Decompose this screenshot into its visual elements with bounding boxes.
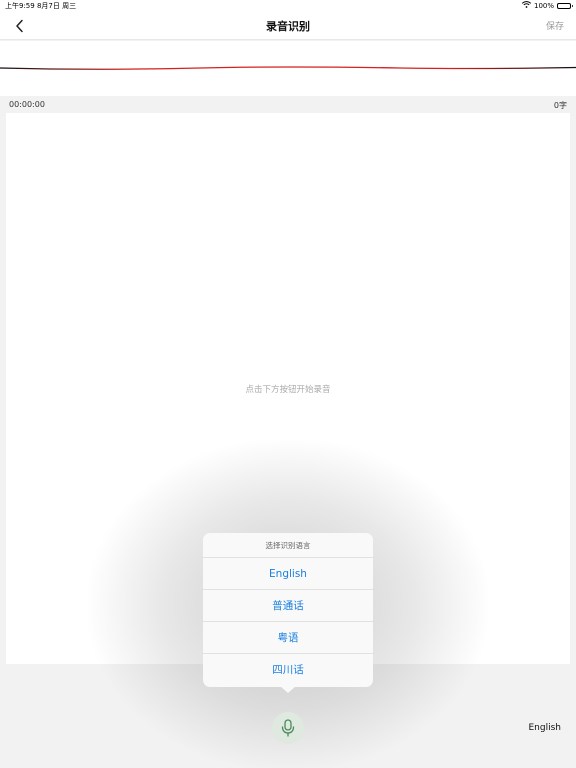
battery-icon bbox=[557, 2, 573, 9]
status-bar: 上午9:59 8月7日 周三 100% bbox=[0, 0, 576, 12]
language-option-english[interactable]: English bbox=[203, 558, 373, 590]
language-option-cantonese[interactable]: 粤语 bbox=[203, 622, 373, 654]
battery-percent: 100% bbox=[533, 1, 554, 10]
waveform-area bbox=[0, 41, 576, 96]
wifi-icon bbox=[521, 1, 532, 10]
popover-arrow bbox=[280, 686, 296, 693]
language-option-sichuanese[interactable]: 四川话 bbox=[203, 654, 373, 686]
chevron-left-icon bbox=[16, 19, 23, 33]
microphone-icon bbox=[281, 719, 295, 737]
language-option-mandarin[interactable]: 普通话 bbox=[203, 590, 373, 622]
transcript-placeholder: 点击下方按钮开始录音 bbox=[245, 385, 331, 395]
info-row: 00:00:00 0字 bbox=[0, 96, 576, 112]
popover-title: 选择识别语言 bbox=[203, 533, 373, 558]
page-title: 录音识别 bbox=[266, 20, 310, 33]
duration-label: 00:00:00 bbox=[9, 100, 45, 109]
back-button[interactable] bbox=[10, 16, 30, 36]
record-button[interactable] bbox=[272, 712, 304, 744]
status-time-date: 上午9:59 8月7日 周三 bbox=[5, 2, 77, 10]
language-popover: 选择识别语言 English 普通话 粤语 四川话 bbox=[203, 533, 373, 687]
char-count-label: 0字 bbox=[553, 101, 567, 110]
save-button[interactable]: 保存 bbox=[546, 19, 564, 32]
current-language-button[interactable]: English bbox=[529, 723, 562, 733]
status-right: 100% bbox=[521, 1, 573, 10]
nav-bar: 录音识别 保存 bbox=[0, 12, 576, 40]
waveform-line bbox=[0, 66, 576, 70]
